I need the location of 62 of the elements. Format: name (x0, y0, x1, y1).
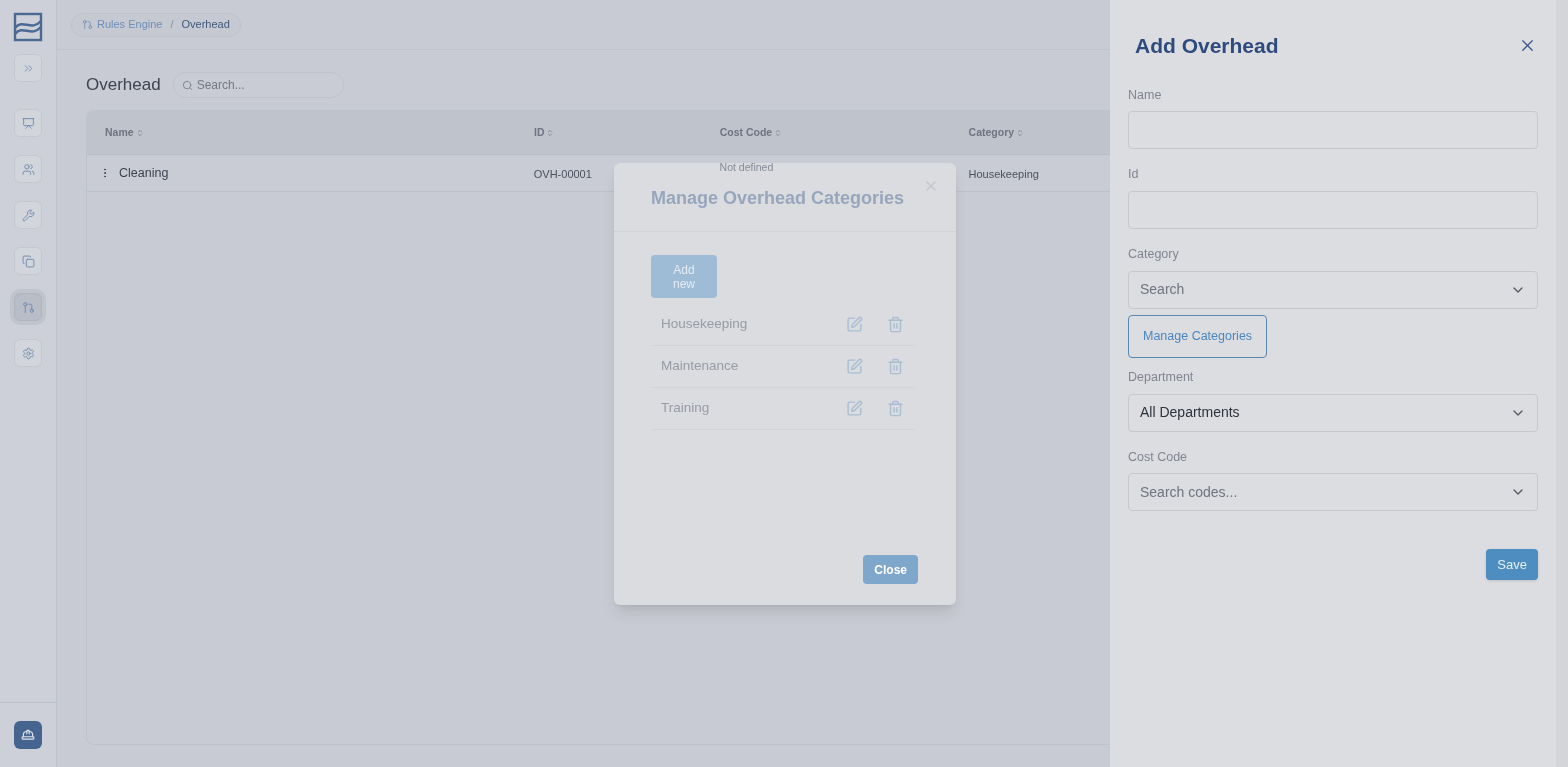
sort-icon (774, 128, 783, 137)
delete-button[interactable] (887, 400, 904, 417)
trash-icon (887, 316, 904, 333)
page-title: Overhead (86, 74, 161, 97)
sidebar-item[interactable] (14, 247, 42, 275)
sort-icon (1016, 128, 1025, 137)
select-field[interactable]: Search codes... (1128, 473, 1538, 512)
logo-icon (13, 12, 43, 42)
sort-icon (546, 128, 555, 137)
branches-icon (21, 300, 35, 314)
presentation-icon (21, 116, 35, 130)
close-modal-button[interactable]: Close (863, 555, 918, 584)
category-name: Housekeeping (661, 315, 749, 334)
sidebar-item[interactable] (14, 339, 42, 367)
edit-icon (846, 358, 863, 375)
field-label: Category (1128, 246, 1180, 263)
trash-icon (887, 358, 904, 375)
table-cell: OVH-00001 (533, 168, 592, 180)
save-button[interactable]: Save (1486, 549, 1538, 581)
users-icon (21, 162, 35, 176)
sidebar-item[interactable] (14, 109, 42, 137)
column-header[interactable]: Name (105, 124, 144, 141)
sidebar-item[interactable] (14, 201, 42, 229)
table-cell: Not defined (719, 161, 774, 173)
breadcrumb-separator: / (170, 17, 174, 33)
edit-button[interactable] (846, 316, 863, 333)
edit-icon (846, 400, 863, 417)
sort-icon (135, 128, 144, 137)
drawer-title: Add Overhead (1135, 33, 1279, 59)
edit-button[interactable] (846, 400, 863, 417)
wrench-icon (21, 208, 35, 222)
hard-hat-icon (21, 728, 35, 742)
add-new-button[interactable]: Add new (651, 255, 717, 298)
sidebar-item[interactable] (14, 155, 42, 183)
manage-categories-button[interactable]: Manage Categories (1128, 314, 1268, 358)
column-header[interactable]: Category (968, 124, 1025, 141)
breadcrumb-link[interactable]: Rules Engine (97, 16, 163, 33)
column-header[interactable]: ID (533, 124, 555, 141)
delete-button[interactable] (887, 316, 904, 333)
select-field[interactable]: All Departments (1128, 393, 1538, 432)
copy-icon (21, 254, 35, 268)
trash-icon (887, 400, 904, 417)
table-cell: Housekeeping (968, 168, 1039, 180)
delete-button[interactable] (887, 358, 904, 375)
settings-icon (21, 346, 35, 360)
sidebar-item[interactable] (14, 54, 42, 82)
category-name: Maintenance (661, 357, 740, 376)
field-label: Department (1128, 368, 1195, 386)
profile-button[interactable] (14, 721, 42, 749)
column-header[interactable]: Cost Code (719, 124, 783, 141)
field-label: Id (1128, 166, 1140, 184)
table-cell-text: Cleaning (119, 164, 169, 182)
edit-icon (846, 316, 863, 333)
select-field[interactable]: Search (1128, 270, 1538, 309)
category-name: Training (661, 399, 711, 418)
search-field[interactable]: Search... (172, 72, 344, 98)
field-label: Cost Code (1128, 448, 1189, 466)
field-label: Name (1128, 86, 1163, 104)
branches-icon (82, 19, 93, 30)
search-icon (181, 79, 193, 91)
edit-button[interactable] (846, 358, 863, 375)
breadcrumb-current: Overhead (181, 17, 230, 33)
